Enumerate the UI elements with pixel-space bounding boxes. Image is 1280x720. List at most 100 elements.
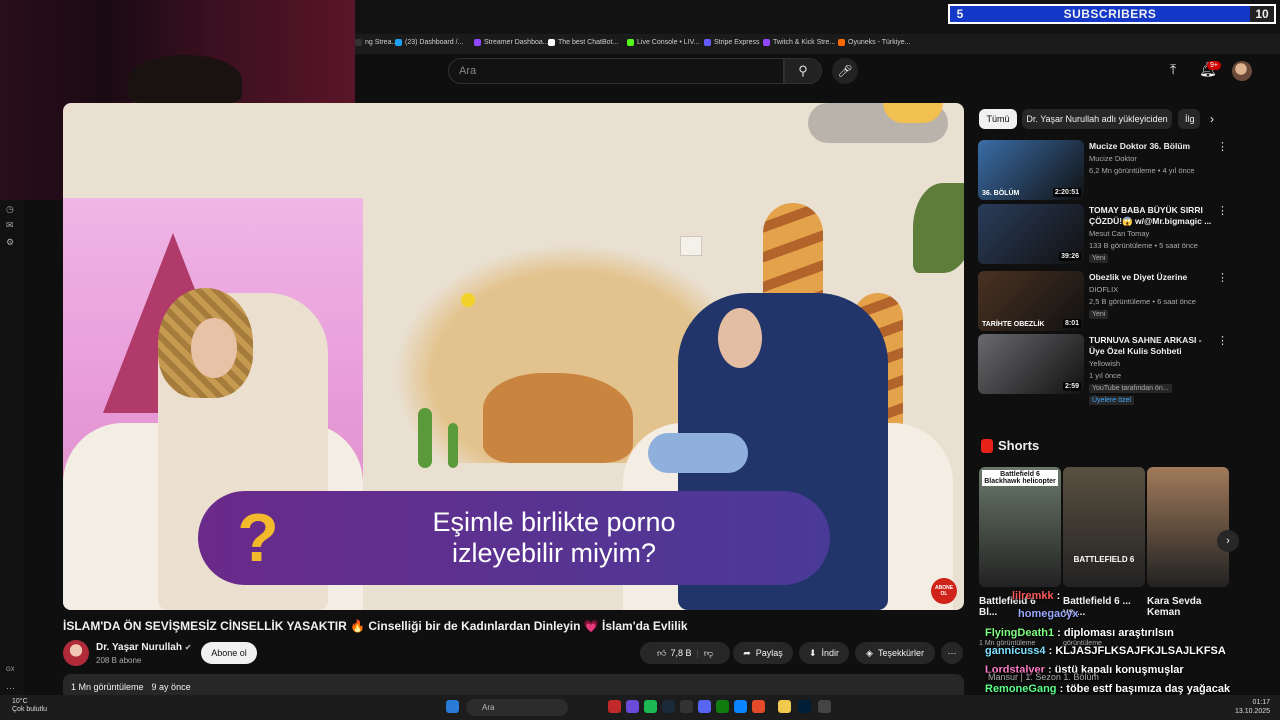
new-badge: Yeni: [1089, 254, 1109, 263]
download-icon: ⬇: [808, 647, 817, 658]
xbox-icon[interactable]: [716, 700, 729, 713]
voice-search-button[interactable]: 🎤︎: [832, 58, 858, 84]
bookmark-label: Oyuneks - Türkiye...: [848, 39, 911, 46]
bookmark-favicon-icon: [838, 39, 845, 46]
bookmark-item[interactable]: Stripe Express: [704, 39, 760, 46]
clock-date: 13.10.2025: [1235, 708, 1271, 715]
video-thumbnail[interactable]: 36. BÖLÜM 2:20:51: [978, 140, 1084, 200]
search-button[interactable]: ⚲: [784, 58, 822, 84]
video-ticker: Mansur | 1. Sezon 1. Bölüm: [985, 672, 1102, 682]
chip-from-uploader[interactable]: Dr. Yaşar Nurullah adlı yükleyiciden: [1022, 109, 1172, 129]
mural-sun: [461, 293, 475, 307]
bookmark-item[interactable]: (23) Dashboard /...: [395, 39, 463, 46]
chevron-right-icon: ›: [1226, 535, 1230, 547]
app-icon[interactable]: [752, 700, 765, 713]
more-icon[interactable]: ⋯: [6, 683, 15, 694]
camel-mural: [483, 373, 633, 463]
chat-message: homegacyx: [1018, 608, 1079, 620]
recommended-video[interactable]: 36. BÖLÜM 2:20:51 Mucize Doktor 36. Bölüm M…: [978, 140, 1230, 202]
notification-count-badge: 9+: [1207, 61, 1221, 70]
settings-icon[interactable]: ⚙: [6, 237, 14, 248]
chat-text: : diploması araştırılsın: [1057, 627, 1174, 639]
bookmark-favicon-icon: [355, 39, 362, 46]
history-icon[interactable]: ◷: [6, 204, 14, 215]
cactus-decor: [418, 408, 432, 468]
short-thumbnail[interactable]: [1147, 467, 1229, 587]
like-dislike-group: 👍︎ 7,8 B | 👎︎: [640, 642, 730, 664]
chat-text: : töbe estf başımıza daş yağacak: [1059, 683, 1231, 695]
streamer-hair: [128, 55, 242, 105]
question-mark-icon: ?: [237, 500, 279, 576]
app-icon[interactable]: [626, 700, 639, 713]
duration-badge: 8:01: [1062, 319, 1081, 328]
bookmark-label: (23) Dashboard /...: [405, 39, 464, 46]
subs-left-count: 5: [956, 7, 964, 21]
channel-name-text: Dr. Yaşar Nurullah: [96, 642, 182, 653]
app-icon[interactable]: [734, 700, 747, 713]
duration-badge: 2:59: [1062, 382, 1081, 391]
more-icon[interactable]: ⋮: [1217, 271, 1228, 284]
chat-text: : KLJASJFLKSAJFKJLSAJLKFSA: [1048, 645, 1226, 657]
video-thumbnail[interactable]: TARİHTE OBEZLİK 8:01: [978, 271, 1084, 331]
shorts-next-button[interactable]: ›: [1217, 530, 1239, 552]
thumbs-down-icon[interactable]: 👎︎: [704, 648, 713, 659]
recommended-video[interactable]: 2:59 TURNUVA SAHNE ARKASI - Üye Özel Kuli…: [978, 334, 1230, 405]
more-icon[interactable]: ⋮: [1217, 204, 1228, 217]
like-button[interactable]: 👍︎ 7,8 B: [657, 648, 691, 659]
messages-icon[interactable]: ✉: [6, 220, 14, 231]
search-input[interactable]: Ara: [448, 58, 784, 84]
more-icon[interactable]: ⋮: [1217, 140, 1228, 153]
share-button[interactable]: ➦ Paylaş: [733, 642, 793, 664]
subscribe-watermark[interactable]: ABONE OL: [931, 578, 957, 604]
steam-icon[interactable]: [662, 700, 675, 713]
bookmark-item[interactable]: ng Strea...: [355, 39, 397, 46]
recommended-meta: 133 B görüntüleme • 5 saat önce: [1089, 241, 1198, 250]
chat-text: :: [1056, 590, 1061, 602]
chip-related[interactable]: İlg: [1178, 109, 1200, 129]
subscribe-button[interactable]: Abone ol: [201, 642, 257, 664]
recommended-video[interactable]: 39:26 TOMAY BABA BÜYÜK SIRRI ÇÖZDÜ!😱 w/@M…: [978, 204, 1230, 266]
duration-badge: 2:20:51: [1052, 188, 1081, 197]
channel-avatar[interactable]: [63, 640, 89, 666]
subscriber-count: 208 B abone: [96, 656, 142, 665]
weather-widget[interactable]: 10°C Çok bulutlu: [12, 698, 47, 714]
app-icon[interactable]: [818, 700, 831, 713]
photoshop-icon[interactable]: [798, 700, 811, 713]
bookmark-item[interactable]: Streamer Dashboa...: [474, 39, 549, 46]
video-thumbnail[interactable]: 2:59: [978, 334, 1084, 394]
thumbnail-text: 36. BÖLÜM: [982, 190, 1020, 197]
short-thumbnail[interactable]: BATTLEFIELD 6: [1063, 467, 1145, 587]
new-badge: YouTube tarafından ön...: [1089, 384, 1172, 393]
recommended-channel: Mucize Doktor: [1089, 154, 1137, 163]
bookmark-item[interactable]: Twitch & Kick Stre...: [763, 39, 835, 46]
more-actions-button[interactable]: ⋯: [941, 642, 963, 664]
short-thumbnail[interactable]: Battlefield 6 Blackhawk helicopter: [979, 467, 1061, 587]
thanks-button[interactable]: ◈ Teşekkürler: [855, 642, 935, 664]
chat-username: lilremkk: [1012, 590, 1054, 602]
recommended-video[interactable]: TARİHTE OBEZLİK 8:01 Obezlik ve Diyet Üzer…: [978, 271, 1230, 333]
discord-icon[interactable]: [698, 700, 711, 713]
upload-icon[interactable]: ⤒: [1170, 61, 1176, 78]
taskbar-search[interactable]: Ara: [466, 699, 568, 716]
recommended-title: TURNUVA SAHNE ARKASI - Üye Özel Kulis So…: [1089, 335, 1202, 356]
recommended-meta: 2,5 B görüntüleme • 6 saat önce: [1089, 297, 1196, 306]
short-thumbnail-text: BATTLEFIELD 6: [1073, 555, 1135, 564]
file-explorer-icon[interactable]: [778, 700, 791, 713]
download-button[interactable]: ⬇ İndir: [799, 642, 849, 664]
spotify-icon[interactable]: [644, 700, 657, 713]
chevron-right-icon[interactable]: ›: [1210, 112, 1214, 126]
windows-start-icon[interactable]: [446, 700, 459, 713]
bookmark-item[interactable]: Oyuneks - Türkiye...: [838, 39, 911, 46]
avatar[interactable]: [1232, 61, 1252, 81]
epic-games-icon[interactable]: [680, 700, 693, 713]
recommended-channel: Yellowish: [1089, 359, 1120, 368]
opera-gx-icon[interactable]: [608, 700, 621, 713]
taskbar-clock[interactable]: 01:17 13.10.2025: [1235, 698, 1270, 716]
video-thumbnail[interactable]: 39:26: [978, 204, 1084, 264]
channel-name[interactable]: Dr. Yaşar Nurullah ✔: [96, 642, 191, 653]
video-caption-banner: ? Eşimle birlikte porno izleyebilir miyi…: [198, 491, 830, 585]
more-icon[interactable]: ⋮: [1217, 334, 1228, 347]
bookmark-item[interactable]: Live Console • LIV...: [627, 39, 700, 46]
chip-all[interactable]: Tümü: [979, 109, 1017, 129]
bookmark-item[interactable]: The best ChatBot...: [548, 39, 618, 46]
